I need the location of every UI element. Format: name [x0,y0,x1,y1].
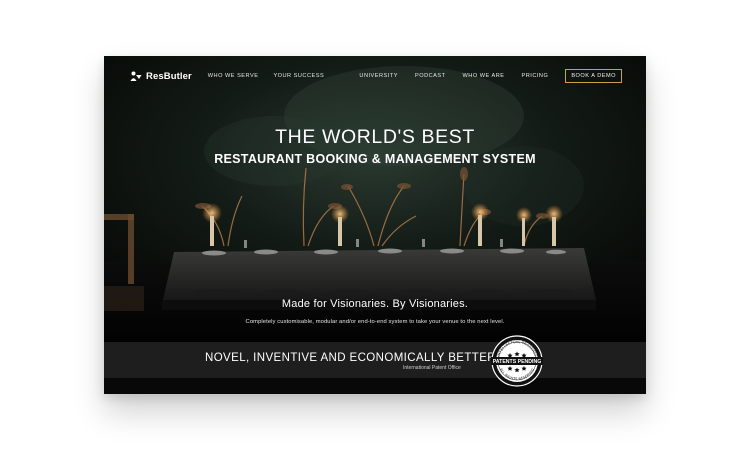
nav-who-we-are[interactable]: WHO WE ARE [463,73,505,79]
hero-description: Completely customisable, modular and/or … [245,319,505,325]
band-title: NOVEL, INVENTIVE AND ECONOMICALLY BETTER [205,352,497,364]
brand-logo[interactable]: ResButler [130,71,192,82]
nav-your-success[interactable]: YOUR SUCCESS [273,73,324,79]
nav-podcast[interactable]: PODCAST [415,73,446,79]
nav-university[interactable]: UNIVERSITY [359,73,398,79]
nav-right-group: UNIVERSITY PODCAST WHO WE ARE PRICING BO… [359,69,622,83]
band-subtitle: International Patent Office [403,365,461,371]
hero-title: THE WORLD'S BEST [275,126,475,148]
top-nav: ResButler WHO WE SERVE YOUR SUCCESS UNIV… [104,56,646,96]
website-frame: ResButler WHO WE SERVE YOUR SUCCESS UNIV… [104,56,646,394]
brand-name: ResButler [146,70,192,82]
book-demo-button[interactable]: BOOK A DEMO [565,69,622,83]
nav-who-we-serve[interactable]: WHO WE SERVE [208,73,259,79]
seal-center-text: PATENTS PENDING [493,359,542,365]
patents-pending-seal: INTELLECTUAL PROPERTY ALL RIGHTS RESERVE… [491,335,543,387]
butler-icon [130,71,142,81]
hero-tagline: Made for Visionaries. By Visionaries. [281,298,469,310]
nav-pricing[interactable]: PRICING [522,73,549,79]
hero-subtitle: RESTAURANT BOOKING & MANAGEMENT SYSTEM [214,152,536,166]
